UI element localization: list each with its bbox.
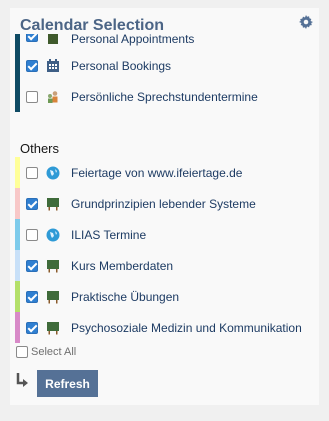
course-board-icon	[47, 197, 59, 210]
select-all-control[interactable]: Select All	[16, 346, 76, 358]
calendar-color-bar	[15, 219, 20, 250]
calendar-checkbox[interactable]	[26, 197, 38, 210]
calendar-color-bar	[15, 50, 20, 81]
calendar-color-bar	[15, 188, 20, 219]
calendar-row[interactable]: Psychosoziale Medizin und Kommunikation	[10, 312, 319, 343]
others-list: Feiertage von www.ifeiertage.de Grundpri…	[10, 157, 319, 343]
refresh-row: Refresh	[10, 370, 319, 400]
gear-icon[interactable]	[299, 15, 313, 29]
calendar-checkbox[interactable]	[26, 166, 38, 179]
calendar-label: Kurs Memberdaten	[71, 258, 174, 273]
select-all-checkbox[interactable]	[16, 346, 28, 358]
calendar-row[interactable]: Feiertage von www.ifeiertage.de	[10, 157, 319, 188]
calendar-color-bar	[15, 312, 20, 343]
calendar-label: Personal Bookings	[71, 58, 172, 73]
person-calendar-icon	[48, 34, 58, 44]
calendar-checkbox[interactable]	[26, 259, 38, 272]
calendar-label: Grundprinzipien lebender Systeme	[71, 196, 256, 211]
calendar-checkbox[interactable]	[26, 321, 38, 334]
calendar-grid-icon	[47, 58, 59, 72]
calendar-checkbox[interactable]	[26, 90, 38, 103]
group-title-others: Others	[20, 141, 60, 156]
calendar-label: Persönliche Sprechstundentermine	[71, 89, 258, 104]
refresh-button[interactable]: Refresh	[37, 370, 98, 397]
calendar-row[interactable]: Grundprinzipien lebender Systeme	[10, 188, 319, 219]
calendar-label: Feiertage von www.ifeiertage.de	[71, 165, 243, 180]
course-board-icon	[47, 321, 59, 334]
calendar-checkbox[interactable]	[26, 34, 38, 42]
calendar-color-bar	[15, 250, 20, 281]
calendar-checkbox[interactable]	[26, 228, 38, 241]
calendar-color-bar	[15, 281, 20, 312]
course-board-icon	[47, 259, 59, 272]
calendar-color-bar	[15, 34, 20, 50]
calendar-label: Personal Appointments	[71, 34, 195, 46]
calendar-checkbox[interactable]	[26, 59, 38, 72]
calendar-checkbox[interactable]	[26, 290, 38, 303]
calendar-selection-panel: Calendar Selection Personal Appointments…	[10, 8, 319, 405]
people-icon	[48, 90, 58, 103]
course-board-icon	[47, 290, 59, 303]
calendar-color-bar	[15, 81, 20, 112]
select-all-label: Select All	[31, 346, 77, 358]
calendar-label: Psychosoziale Medizin und Kommunikation	[71, 320, 302, 335]
panel-title: Calendar Selection	[20, 17, 165, 34]
calendar-color-bar	[15, 157, 20, 188]
globe-icon	[46, 166, 60, 179]
return-arrow-icon	[16, 373, 28, 387]
calendar-row[interactable]: Praktische Übungen	[10, 281, 319, 312]
calendar-row[interactable]: ILIAS Termine	[10, 219, 319, 250]
calendar-row[interactable]: Persönliche Sprechstundentermine	[10, 81, 319, 112]
calendar-row[interactable]: Kurs Memberdaten	[10, 250, 319, 281]
calendar-row[interactable]: Personal Appointments	[10, 34, 319, 50]
globe-icon	[46, 228, 60, 241]
calendar-list: Personal Appointments Personal Bookings …	[10, 34, 319, 112]
calendar-label: Praktische Übungen	[71, 289, 180, 304]
calendar-label: ILIAS Termine	[71, 227, 147, 242]
calendar-row[interactable]: Personal Bookings	[10, 50, 319, 81]
